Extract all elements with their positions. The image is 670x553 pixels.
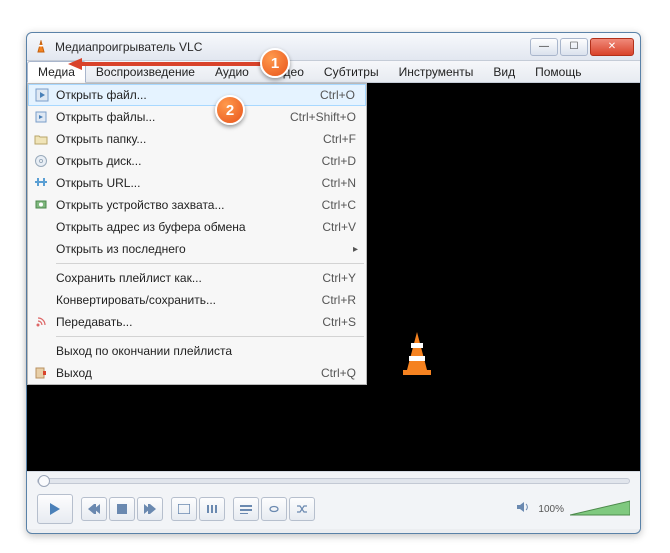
playlist-button[interactable]	[233, 497, 259, 521]
ext-settings-button[interactable]	[199, 497, 225, 521]
dd-separator	[56, 336, 364, 337]
video-area: Открыть файл... Ctrl+O Открыть файлы... …	[27, 83, 640, 471]
maximize-button[interactable]: ☐	[560, 38, 588, 56]
dd-open-recent[interactable]: Открыть из последнего	[28, 238, 366, 260]
dd-stream[interactable]: Передавать... Ctrl+S	[28, 311, 366, 333]
fullscreen-button[interactable]	[171, 497, 197, 521]
app-icon	[33, 39, 49, 55]
seek-track[interactable]	[37, 478, 630, 484]
callout-1: 1	[260, 48, 290, 78]
callout-2: 2	[215, 95, 245, 125]
dd-separator	[56, 263, 364, 264]
capture-icon	[32, 196, 50, 214]
dd-open-capture[interactable]: Открыть устройство захвата... Ctrl+C	[28, 194, 366, 216]
prev-button[interactable]	[81, 497, 107, 521]
menu-view[interactable]: Вид	[483, 61, 525, 82]
play-file-icon	[33, 86, 51, 104]
play-button[interactable]	[37, 494, 73, 524]
disc-icon	[32, 152, 50, 170]
loop-button[interactable]	[261, 497, 287, 521]
quit-icon	[32, 364, 50, 382]
media-dropdown: Открыть файл... Ctrl+O Открыть файлы... …	[27, 83, 367, 385]
callout-arrow-1	[68, 54, 268, 74]
stream-icon	[32, 313, 50, 331]
menu-help[interactable]: Помощь	[525, 61, 591, 82]
dd-quit[interactable]: Выход Ctrl+Q	[28, 362, 366, 384]
network-icon	[32, 174, 50, 192]
seek-knob[interactable]	[38, 475, 50, 487]
speaker-icon[interactable]	[516, 500, 532, 519]
volume-area: 100%	[516, 499, 630, 519]
volume-slider[interactable]	[570, 499, 630, 519]
close-button[interactable]: ✕	[590, 38, 634, 56]
minimize-button[interactable]: —	[530, 38, 558, 56]
play-files-icon	[32, 108, 50, 126]
dd-open-disc[interactable]: Открыть диск... Ctrl+D	[28, 150, 366, 172]
folder-icon	[32, 130, 50, 148]
dd-quit-after[interactable]: Выход по окончании плейлиста	[28, 340, 366, 362]
shuffle-button[interactable]	[289, 497, 315, 521]
dd-save-playlist[interactable]: Сохранить плейлист как... Ctrl+Y	[28, 267, 366, 289]
playback-controls: 100%	[27, 489, 640, 529]
dd-open-clipboard[interactable]: Открыть адрес из буфера обмена Ctrl+V	[28, 216, 366, 238]
vlc-cone-icon	[397, 328, 437, 378]
window-buttons: — ☐ ✕	[530, 38, 634, 56]
next-button[interactable]	[137, 497, 163, 521]
menu-tools[interactable]: Инструменты	[389, 61, 484, 82]
dd-open-folder[interactable]: Открыть папку... Ctrl+F	[28, 128, 366, 150]
window-title: Медиапроигрыватель VLC	[55, 40, 530, 54]
app-window: Медиапроигрыватель VLC — ☐ ✕ Медиа Воспр…	[26, 32, 641, 534]
dd-convert[interactable]: Конвертировать/сохранить... Ctrl+R	[28, 289, 366, 311]
volume-label: 100%	[538, 504, 564, 515]
dd-open-url[interactable]: Открыть URL... Ctrl+N	[28, 172, 366, 194]
menu-subtitles[interactable]: Субтитры	[314, 61, 389, 82]
dd-open-file[interactable]: Открыть файл... Ctrl+O	[28, 84, 366, 106]
stop-button[interactable]	[109, 497, 135, 521]
dd-open-files[interactable]: Открыть файлы... Ctrl+Shift+O	[28, 106, 366, 128]
seek-bar[interactable]	[27, 471, 640, 489]
